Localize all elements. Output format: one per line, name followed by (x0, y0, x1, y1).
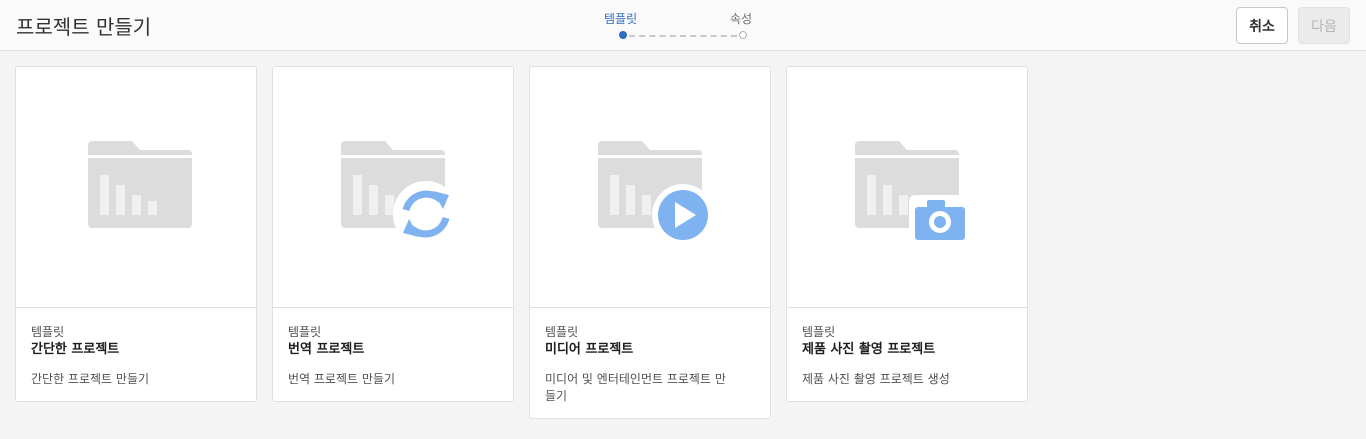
template-card-media[interactable]: 템플릿 미디어 프로젝트 미디어 및 엔터테인먼트 프로젝트 만들기 (529, 66, 771, 419)
card-title: 제품 사진 촬영 프로젝트 (802, 342, 936, 357)
step-properties-label[interactable]: 속성 (730, 10, 752, 27)
card-kicker: 템플릿 (802, 325, 836, 339)
card-title: 간단한 프로젝트 (31, 342, 120, 357)
card-kicker: 템플릿 (31, 325, 65, 339)
template-card-simple[interactable]: 템플릿 간단한 프로젝트 간단한 프로젝트 만들기 (15, 66, 257, 402)
stepper-connector (629, 35, 737, 37)
card-thumbnail (16, 67, 256, 308)
step-templates-label[interactable]: 템플릿 (604, 10, 637, 27)
card-thumbnail (273, 67, 513, 308)
step-properties-dot (739, 31, 747, 39)
card-description: 제품 사진 촬영 프로젝트 생성 (802, 372, 950, 386)
template-card-translation[interactable]: 템플릿 번역 프로젝트 번역 프로젝트 만들기 (272, 66, 514, 402)
card-title: 번역 프로젝트 (288, 342, 365, 357)
card-description: 미디어 및 엔터테인먼트 프로젝트 만들기 (545, 372, 726, 403)
card-thumbnail (787, 67, 1027, 308)
step-templates-dot (619, 31, 627, 39)
top-bar: 프로젝트 만들기 템플릿 속성 취소 다음 (0, 0, 1366, 51)
card-title: 미디어 프로젝트 (545, 342, 634, 357)
card-description: 번역 프로젝트 만들기 (288, 372, 395, 386)
camera-icon (909, 195, 971, 245)
folder-chart-icon (851, 141, 971, 245)
page-title: 프로젝트 만들기 (16, 15, 152, 39)
sync-icon (393, 181, 459, 247)
next-button[interactable]: 다음 (1298, 7, 1350, 44)
folder-chart-icon (594, 141, 714, 246)
cancel-button[interactable]: 취소 (1236, 7, 1288, 44)
folder-chart-icon (337, 141, 459, 247)
card-kicker: 템플릿 (288, 325, 322, 339)
template-card-product-photo[interactable]: 템플릿 제품 사진 촬영 프로젝트 제품 사진 촬영 프로젝트 생성 (786, 66, 1028, 402)
card-thumbnail (530, 67, 770, 308)
card-kicker: 템플릿 (545, 325, 579, 339)
stepper: 템플릿 속성 (600, 8, 770, 44)
folder-chart-icon (84, 141, 192, 228)
play-icon (652, 184, 714, 246)
card-description: 간단한 프로젝트 만들기 (31, 372, 150, 386)
